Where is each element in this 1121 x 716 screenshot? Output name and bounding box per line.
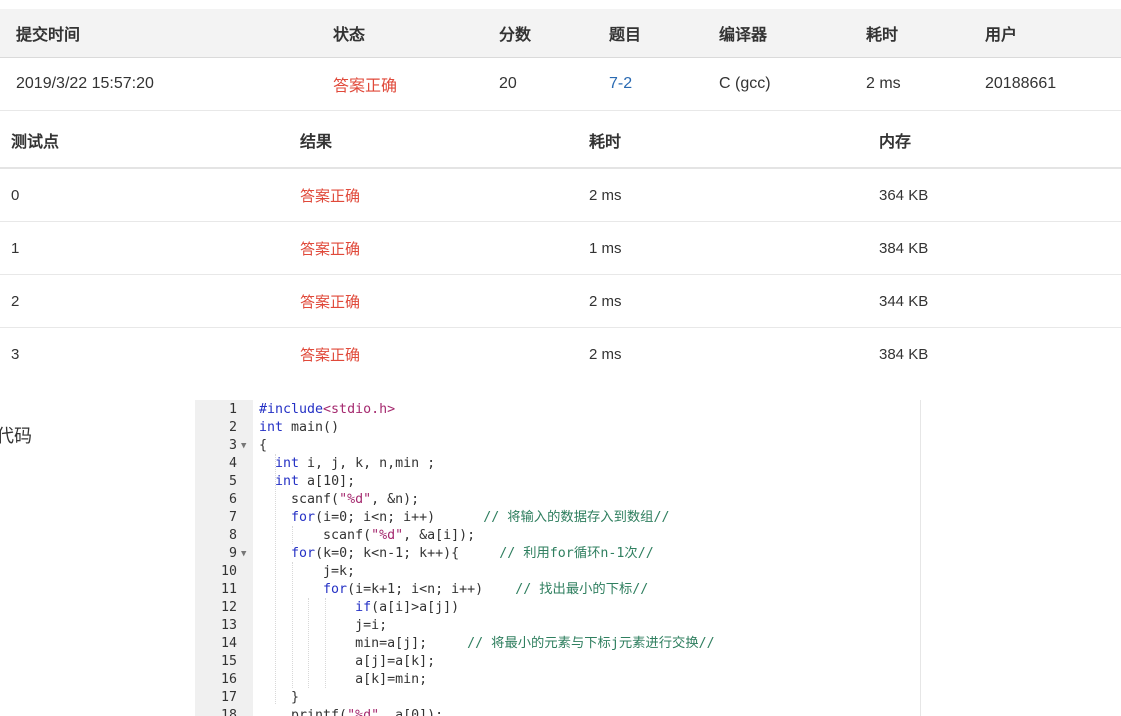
line-number: 9: [228, 546, 237, 561]
submission-row: 2019/3/22 15:57:20 答案正确 20 7-2 C (gcc) 2…: [0, 58, 1121, 111]
code-text: for(i=k+1; i<n; i++) // 找出最小的下标//: [323, 582, 649, 597]
testcase-memory: 384 KB: [879, 345, 929, 363]
line-number: 1: [228, 402, 237, 417]
testcase-id: 0: [11, 186, 20, 204]
code-line: 15 a[j]=a[k];: [195, 653, 920, 671]
testcase-result: 答案正确: [300, 240, 361, 258]
line-number: 13: [220, 618, 237, 633]
testcase-row: 2 答案正确 2 ms 344 KB: [0, 275, 1121, 328]
testcase-row: 0 答案正确 2 ms 364 KB: [0, 169, 1121, 222]
header-elapsed: 耗时: [866, 27, 899, 44]
code-line: 9 ▼ for(k=0; k<n-1; k++){ // 利用for循环n-1次/…: [195, 545, 920, 563]
code-line: 17 }: [195, 689, 920, 707]
testcase-time: 2 ms: [589, 292, 622, 310]
code-text: {: [259, 438, 268, 453]
code-line: 3 ▼ {: [195, 437, 920, 455]
code-label: 代码: [0, 426, 32, 446]
problem-link[interactable]: 7-2: [609, 58, 632, 110]
header-testcase: 测试点: [11, 133, 60, 151]
code-line: 11 for(i=k+1; i<n; i++) // 找出最小的下标//: [195, 581, 920, 599]
line-number: 6: [228, 492, 237, 507]
line-number: 16: [220, 672, 237, 687]
code-line: 5 int a[10];: [195, 473, 920, 491]
line-number: 14: [220, 636, 237, 651]
score: 20: [499, 75, 517, 92]
testcase-row: 3 答案正确 2 ms 384 KB: [0, 328, 1121, 380]
code-text: scanf("%d", &a[i]);: [259, 528, 476, 543]
code-line: 10 j=k;: [195, 563, 920, 581]
testcase-row: 1 答案正确 1 ms 384 KB: [0, 222, 1121, 275]
testcase-id: 2: [11, 292, 20, 310]
header-score: 分数: [499, 27, 532, 44]
header-problem: 题目: [609, 27, 642, 44]
testcase-memory: 364 KB: [879, 186, 929, 204]
testcase-result: 答案正确: [300, 187, 361, 205]
code-line: 16 a[k]=min;: [195, 671, 920, 689]
line-number: 15: [220, 654, 237, 669]
code-line: 18 printf("%d", a[0]);: [195, 707, 920, 716]
line-number: 5: [228, 474, 237, 489]
code-text: for(i=0; i<n; i++) // 将输入的数据存入到数组//: [291, 510, 670, 525]
code-line: 4 int i, j, k, n,min ;: [195, 455, 920, 473]
header-case-time: 耗时: [589, 133, 622, 151]
testcase-time: 2 ms: [589, 345, 622, 363]
code-text: min=a[j]; // 将最小的元素与下标j元素进行交换//: [259, 636, 715, 651]
submit-time: 2019/3/22 15:57:20: [16, 75, 154, 92]
line-number: 8: [228, 528, 237, 543]
code-line: 14 min=a[j]; // 将最小的元素与下标j元素进行交换//: [195, 635, 920, 653]
testcase-memory: 384 KB: [879, 239, 929, 257]
line-number: 7: [228, 510, 237, 525]
code-line: 13 j=i;: [195, 617, 920, 635]
line-number: 17: [220, 690, 237, 705]
elapsed-time: 2 ms: [866, 75, 901, 92]
line-number: 12: [220, 600, 237, 615]
fold-arrow-icon[interactable]: ▼: [241, 545, 246, 563]
code-text: if(a[i]>a[j]): [355, 600, 460, 615]
code-text: #include<stdio.h>: [259, 402, 396, 417]
testcase-memory: 344 KB: [879, 292, 929, 310]
code-text: int i, j, k, n,min ;: [275, 456, 436, 471]
line-number: 3: [228, 438, 237, 453]
status-accepted: 答案正确: [333, 78, 398, 95]
code-line: 6 scanf("%d", &n);: [195, 491, 920, 509]
code-text: printf("%d", a[0]);: [259, 708, 444, 716]
testcase-result: 答案正确: [300, 293, 361, 311]
line-number: 18: [220, 708, 237, 716]
code-text: a[k]=min;: [259, 672, 428, 687]
code-text: }: [259, 690, 300, 705]
code-text: int a[10];: [275, 474, 356, 489]
compiler: C (gcc): [719, 75, 771, 92]
line-number: 10: [220, 564, 237, 579]
code-line: 7 for(i=0; i<n; i++) // 将输入的数据存入到数组//: [195, 509, 920, 527]
header-memory: 内存: [879, 133, 912, 151]
line-number: 4: [228, 456, 237, 471]
testcase-id: 3: [11, 345, 20, 363]
code-text: j=k;: [259, 564, 356, 579]
code-text: a[j]=a[k];: [259, 654, 436, 669]
code-text: for(k=0; k<n-1; k++){ // 利用for循环n-1次//: [291, 546, 654, 561]
code-line: 1 #include<stdio.h>: [195, 401, 920, 419]
header-status: 状态: [333, 27, 366, 44]
testcase-id: 1: [11, 239, 20, 257]
testcase-result: 答案正确: [300, 346, 361, 364]
line-number: 11: [220, 582, 237, 597]
header-compiler: 编译器: [719, 27, 768, 44]
fold-arrow-icon[interactable]: ▼: [241, 437, 246, 455]
submission-header-row: 提交时间 状态 分数 题目 编译器 耗时 用户: [0, 9, 1121, 58]
code-text: int main(): [259, 420, 340, 435]
header-result: 结果: [300, 133, 333, 151]
code-editor[interactable]: 1 #include<stdio.h> 2 int main() 3 ▼ {4 int i,…: [195, 400, 921, 716]
testcase-time: 2 ms: [589, 186, 622, 204]
line-number: 2: [228, 420, 237, 435]
testcase-header-row: 测试点 结果 耗时 内存: [0, 112, 1121, 169]
header-user: 用户: [985, 27, 1018, 44]
code-line: 8 scanf("%d", &a[i]);: [195, 527, 920, 545]
code-text: j=i;: [259, 618, 388, 633]
code-line: 12 if(a[i]>a[j]): [195, 599, 920, 617]
testcase-time: 1 ms: [589, 239, 622, 257]
code-text: scanf("%d", &n);: [259, 492, 420, 507]
code-line: 2 int main(): [195, 419, 920, 437]
header-submit-time: 提交时间: [16, 27, 81, 44]
user-id: 20188661: [985, 75, 1057, 92]
